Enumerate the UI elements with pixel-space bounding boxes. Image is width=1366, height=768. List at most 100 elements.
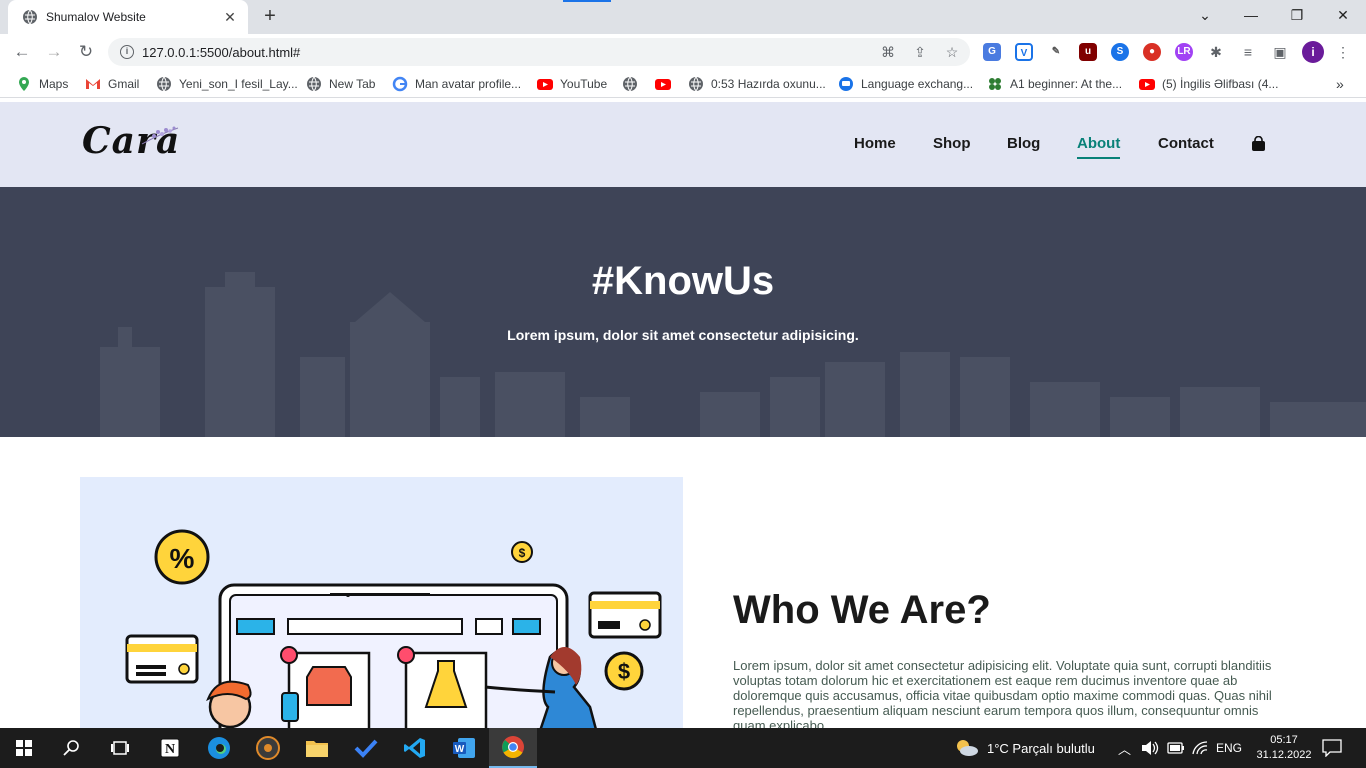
language-indicator[interactable]: ENG	[1216, 728, 1242, 768]
google-translate-ext-icon[interactable]: G	[983, 43, 1001, 61]
bookmark-yeni-son[interactable]: Yeni_son_I fesil_Lay...	[156, 76, 298, 92]
address-bar[interactable]: i 127.0.0.1:5500/about.html#	[108, 38, 970, 66]
media-queue-icon[interactable]: ≡	[1239, 43, 1257, 61]
tab-search-icon[interactable]: ⌄	[1182, 0, 1228, 30]
nav-contact[interactable]: Contact	[1158, 135, 1214, 152]
youtube-icon	[537, 79, 553, 90]
lavender-sprig-icon	[141, 126, 179, 145]
globe-icon	[623, 76, 637, 92]
chat-bubble-icon	[839, 77, 853, 91]
weather-text: 1°C Parçalı bulutlu	[987, 740, 1095, 756]
bookmark-youtube-2[interactable]	[655, 76, 678, 92]
globe-icon	[23, 9, 37, 25]
profile-avatar[interactable]: i	[1302, 41, 1324, 63]
show-hidden-icons-icon[interactable]: ︿	[1118, 728, 1131, 768]
media-player-icon[interactable]	[244, 728, 292, 768]
youtube-icon	[1139, 79, 1155, 90]
notifications-icon[interactable]	[1322, 728, 1342, 768]
bookmark-new-tab[interactable]: New Tab	[306, 76, 375, 92]
close-window-button[interactable]: ✕	[1320, 0, 1366, 30]
weather-widget[interactable]: 1°C Parçalı bulutlu	[955, 728, 1095, 768]
chrome-icon[interactable]	[489, 728, 537, 768]
wifi-icon[interactable]	[1192, 728, 1208, 768]
gmail-icon	[86, 79, 100, 89]
nav-about[interactable]: About	[1077, 135, 1121, 159]
bookmark-a1-beginner[interactable]: A1 beginner: At the...	[987, 76, 1122, 92]
file-explorer-icon[interactable]	[293, 728, 341, 768]
nav-home[interactable]: Home	[854, 135, 896, 152]
url-text: 127.0.0.1:5500/about.html#	[142, 44, 301, 60]
start-windows-icon[interactable]	[0, 728, 48, 768]
share-icon[interactable]: ⇪	[911, 43, 929, 61]
globe-icon	[307, 76, 321, 92]
vscode-icon[interactable]	[391, 728, 439, 768]
bookmark-globe[interactable]	[622, 76, 645, 92]
forward-icon[interactable]: →	[42, 40, 66, 64]
bookmark-ingilis-elifbasi[interactable]: (5) İngilis Əlifbası (4...	[1139, 76, 1278, 92]
bookmark-gmail[interactable]: Gmail	[85, 76, 139, 92]
back-icon[interactable]: ←	[10, 40, 34, 64]
bookmarks-bar: Maps Gmail Yeni_son_I fesil_Lay... New T…	[0, 70, 1366, 98]
shopping-bag-icon[interactable]	[1251, 136, 1266, 152]
tab-indicator	[563, 0, 611, 2]
shield-ext-icon[interactable]: V	[1015, 43, 1033, 61]
side-panel-icon[interactable]: ▣	[1271, 43, 1289, 61]
bookmark-youtube[interactable]: YouTube	[537, 76, 607, 92]
svg-text:$: $	[519, 546, 526, 560]
site-header: Cara Home Shop Blog About Contact	[0, 102, 1366, 187]
bookmark-avatar-profile[interactable]: Man avatar profile...	[392, 76, 521, 92]
online-shopping-illustration: % $ $	[125, 529, 662, 728]
eyedropper-ext-icon[interactable]: ✎	[1047, 43, 1065, 61]
minimize-button[interactable]: —	[1228, 0, 1274, 30]
nav-shop[interactable]: Shop	[933, 135, 971, 152]
battery-icon[interactable]	[1167, 728, 1185, 768]
extensions-puzzle-icon[interactable]: ✱	[1207, 43, 1225, 61]
hero-banner: #KnowUs Lorem ipsum, dolor sit amet cons…	[0, 187, 1366, 437]
hero-title: #KnowUs	[591, 259, 775, 303]
bookmark-maps[interactable]: Maps	[16, 76, 68, 92]
translate-icon[interactable]: ⌘	[879, 43, 897, 61]
youtube-icon	[655, 79, 671, 90]
about-illustration: % $ $	[80, 477, 683, 728]
globe-icon	[157, 76, 171, 92]
word-icon[interactable]: W	[440, 728, 488, 768]
hero-subtitle: Lorem ipsum, dolor sit amet consectetur …	[507, 327, 859, 343]
bookmarks-overflow-icon[interactable]: »	[1336, 76, 1344, 92]
browser-tab[interactable]: Shumalov Website ✕	[8, 0, 248, 34]
nav-blog[interactable]: Blog	[1007, 135, 1040, 152]
shazam-ext-icon[interactable]: S	[1111, 43, 1129, 61]
about-paragraph: Lorem ipsum, dolor sit amet consectetur …	[733, 658, 1272, 728]
todo-check-icon[interactable]	[342, 728, 390, 768]
browser-toolbar: ← → ↻ i 127.0.0.1:5500/about.html# ⌘ ⇪ ☆…	[0, 34, 1366, 70]
maps-pin-icon	[19, 77, 29, 91]
clover-icon	[989, 78, 1001, 90]
close-tab-icon[interactable]: ✕	[222, 9, 238, 26]
maximize-button[interactable]: ❐	[1274, 0, 1320, 30]
search-icon[interactable]	[48, 728, 96, 768]
site-info-icon[interactable]: i	[120, 45, 134, 59]
clock-time: 05:17	[1270, 734, 1298, 746]
clock[interactable]: 05:17 31.12.2022	[1253, 728, 1315, 768]
browser-tab-bar: Shumalov Website ✕ + ⌄ — ❐ ✕	[0, 0, 1366, 34]
bookmark-star-icon[interactable]: ☆	[943, 43, 961, 61]
volume-icon[interactable]	[1141, 728, 1159, 768]
tab-title: Shumalov Website	[46, 10, 146, 24]
edge-icon[interactable]	[195, 728, 243, 768]
record-ext-icon[interactable]: ●	[1143, 43, 1161, 61]
new-tab-button[interactable]: +	[259, 5, 281, 28]
website-viewport: Cara Home Shop Blog About Contact #KnowU…	[0, 102, 1366, 728]
partly-cloudy-icon	[957, 740, 978, 756]
chrome-menu-icon[interactable]: ⋮	[1334, 43, 1352, 61]
svg-text:N: N	[165, 742, 175, 757]
task-view-icon[interactable]	[96, 728, 144, 768]
city-skyline-background	[100, 272, 1366, 437]
clock-date: 31.12.2022	[1256, 749, 1312, 761]
bookmark-hazirda-oxunur[interactable]: 0:53 Hazırda oxunu...	[688, 76, 826, 92]
about-title: Who We Are?	[733, 588, 991, 632]
lr-ext-icon[interactable]: LR	[1175, 43, 1193, 61]
bookmark-language-exchange[interactable]: Language exchang...	[838, 76, 973, 92]
svg-text:W: W	[455, 744, 465, 755]
reload-icon[interactable]: ↻	[74, 40, 98, 64]
notion-icon[interactable]: N	[146, 728, 194, 768]
ublock-ext-icon[interactable]: u	[1079, 43, 1097, 61]
